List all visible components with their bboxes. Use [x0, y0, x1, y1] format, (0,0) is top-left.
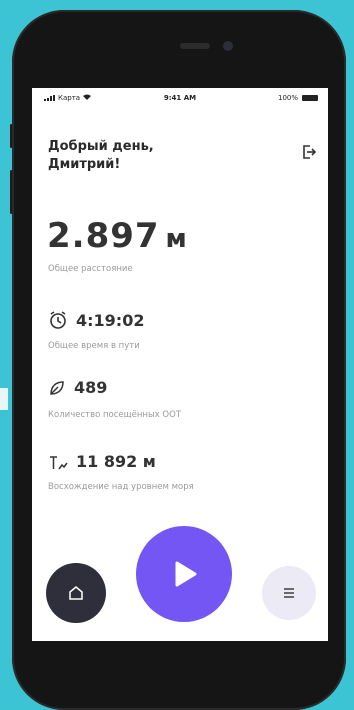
time-value: 4:19:02: [76, 310, 145, 330]
time-caption: Общее время в пути: [48, 341, 140, 351]
count-value: 489: [74, 378, 108, 397]
menu-button[interactable]: [262, 566, 316, 620]
greeting-line-1: Добрый день,: [48, 139, 154, 154]
elevation-icon: [50, 455, 68, 469]
greeting-line-2: Дмитрий!: [48, 157, 121, 172]
app-screen: Карта 9:41 AM 100% Добрый день, Дмитрий!…: [32, 88, 328, 641]
home-icon: [69, 586, 83, 600]
phone-camera: [223, 41, 233, 51]
logout-icon[interactable]: [301, 144, 317, 160]
elevation-caption: Восхождение над уровнем моря: [48, 482, 194, 492]
count-stat: 489: [48, 378, 107, 397]
time-stat: 4:19:02: [48, 310, 144, 330]
leaf-icon: [50, 380, 64, 395]
status-bar: Карта 9:41 AM 100%: [32, 92, 328, 106]
distance-number: 2.897: [47, 216, 160, 256]
phone-speaker: [180, 43, 210, 49]
elevation-stat: 11 892 м: [48, 452, 156, 471]
battery-percent: 100%: [277, 94, 298, 102]
battery-icon: [302, 95, 318, 101]
greeting-title: Добрый день, Дмитрий!: [48, 138, 154, 174]
status-right: 100%: [278, 94, 318, 102]
background-marker: [0, 388, 8, 410]
play-button[interactable]: [136, 526, 232, 622]
elevation-value: 11 892 м: [76, 452, 156, 471]
home-button[interactable]: [46, 563, 106, 623]
distance-caption: Общее расстояние: [48, 264, 133, 274]
timer-icon: [50, 311, 66, 329]
distance-unit: м: [165, 224, 188, 254]
play-icon: [175, 561, 197, 587]
total-distance-value: 2.897 м: [47, 216, 188, 256]
menu-icon: [284, 588, 294, 598]
count-caption: Количество посещённых ООТ: [48, 410, 182, 420]
